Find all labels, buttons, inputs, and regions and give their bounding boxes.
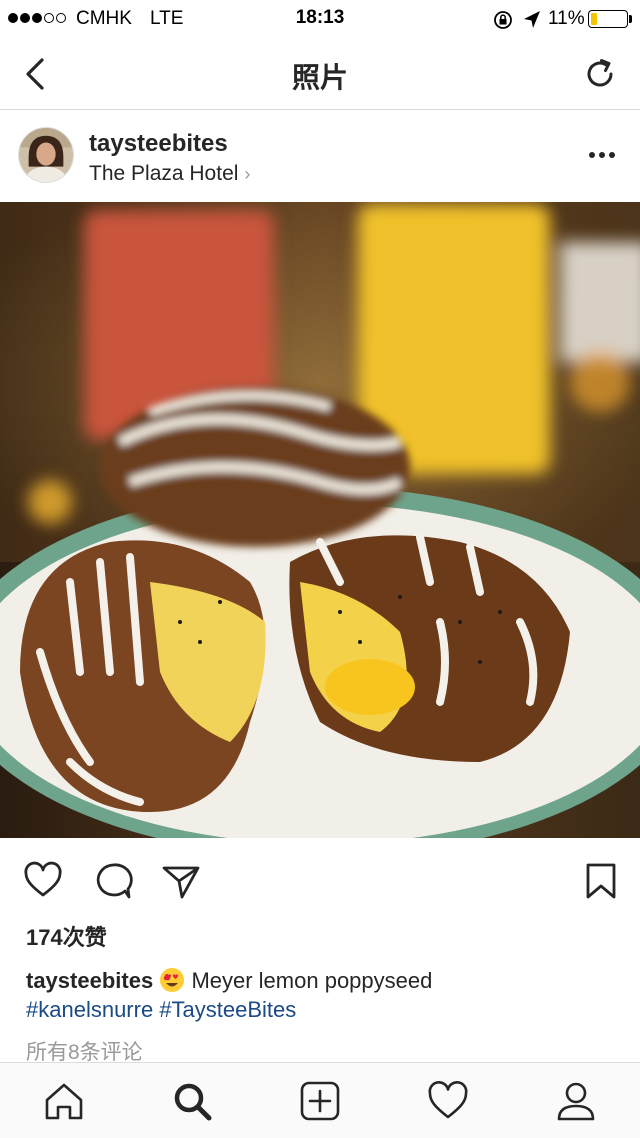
- tab-bar: [0, 1062, 640, 1138]
- page-title: 照片: [291, 62, 348, 93]
- status-time: 18:13: [295, 7, 345, 28]
- post-caption: taysteebites Meyer lemon poppyseed #kane…: [26, 966, 616, 1024]
- save-button[interactable]: [580, 860, 622, 902]
- orientation-lock-icon: [494, 11, 512, 29]
- battery-percent: 11%: [548, 8, 585, 29]
- likes-count[interactable]: 174次赞: [26, 920, 107, 952]
- profile-icon[interactable]: [554, 1079, 598, 1123]
- hashtag-link[interactable]: #kanelsnurre: [26, 997, 153, 1022]
- status-bar: CMHK LTE 18:13 11%: [0, 0, 640, 40]
- location-label: The Plaza Hotel: [89, 162, 239, 185]
- comment-button[interactable]: [92, 860, 134, 902]
- nav-bar: 照片: [0, 40, 640, 110]
- new-post-icon[interactable]: [298, 1079, 342, 1123]
- chevron-right-icon: ›: [244, 163, 251, 184]
- heart-eyes-emoji-icon: [160, 968, 185, 992]
- caption-username[interactable]: taysteebites: [26, 968, 153, 993]
- caption-text: Meyer lemon poppyseed: [191, 968, 433, 993]
- avatar[interactable]: [18, 127, 74, 183]
- post-username[interactable]: taysteebites: [89, 130, 228, 158]
- post-header: taysteebites The Plaza Hotel ›: [0, 110, 640, 202]
- activity-icon[interactable]: [426, 1079, 470, 1123]
- share-button[interactable]: [160, 860, 202, 902]
- battery-icon: [588, 10, 628, 28]
- post-location[interactable]: The Plaza Hotel ›: [89, 162, 250, 186]
- more-options-button[interactable]: [586, 140, 618, 170]
- like-button[interactable]: [22, 860, 64, 902]
- refresh-button[interactable]: [580, 54, 620, 94]
- location-arrow-icon: [524, 11, 540, 28]
- hashtag-link[interactable]: #TaysteeBites: [159, 997, 296, 1022]
- post-photo[interactable]: [0, 202, 640, 838]
- home-icon[interactable]: [42, 1079, 86, 1123]
- post-actions: [0, 838, 640, 922]
- search-icon[interactable]: [170, 1079, 214, 1123]
